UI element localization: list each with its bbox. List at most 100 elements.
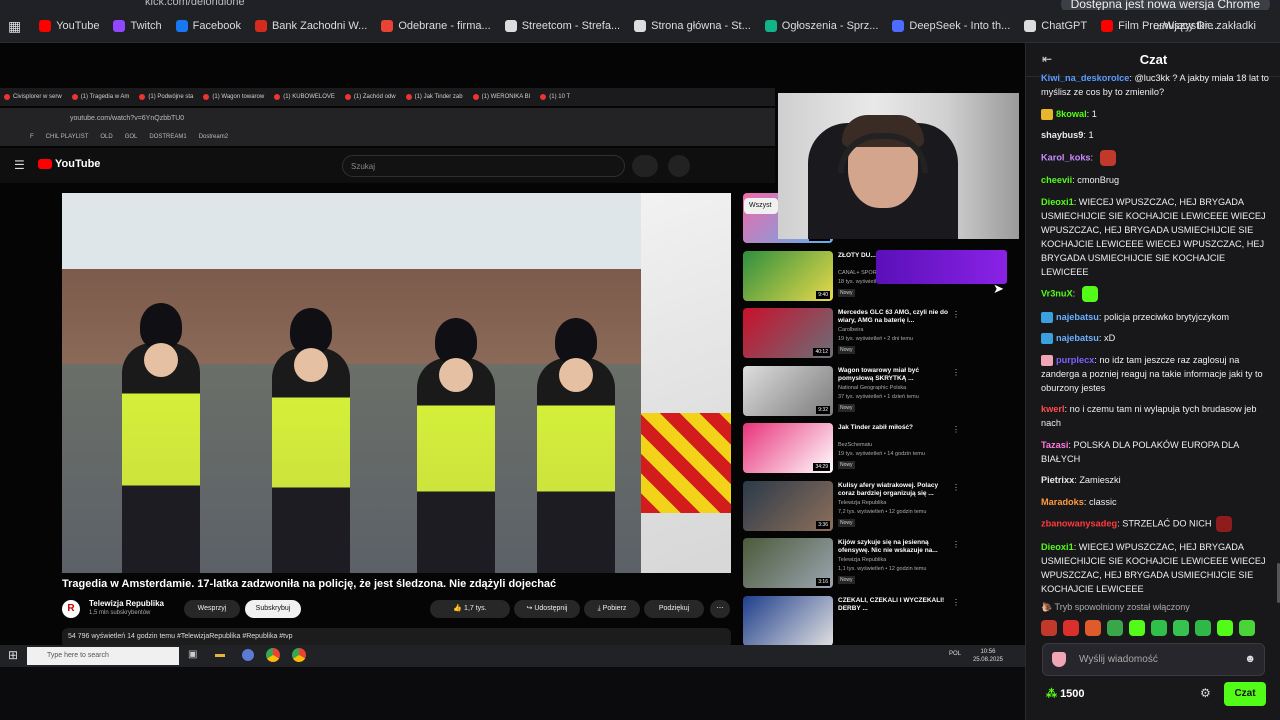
all-bookmarks[interactable]: ▭ Wszystkie zakładki	[1153, 20, 1256, 33]
download-button: ⤓ Pobierz	[584, 600, 640, 618]
channel-points[interactable]: ⁂ 1500	[1046, 687, 1085, 700]
clock-time: 10:56	[980, 649, 996, 655]
rec-title: Kulisy afery wiatrakowej. Polacy coraz b…	[838, 481, 939, 497]
chat-username[interactable]: purplecx	[1056, 355, 1094, 365]
chat-username[interactable]: Karol_koks	[1041, 152, 1091, 162]
stream-view: Civisplorer w serw (1) Tragedia w Am (1) P…	[0, 43, 1025, 645]
rec-new-badge: Nowy	[838, 403, 855, 412]
video-thumbnail: 9:32	[743, 365, 833, 416]
chat-username[interactable]: kwerl	[1041, 404, 1065, 414]
like-count: 1,7 tys.	[464, 605, 487, 612]
inner-tab: (1) 10 T	[540, 94, 570, 100]
stream-overlay-banner	[876, 250, 1007, 284]
chat-text: STRZELAĆ DO NICH	[1122, 518, 1212, 529]
address-bar-url[interactable]: kick.com/deloridione	[145, 0, 245, 8]
subscribe-button: Subskrybuj	[245, 600, 301, 618]
inner-tab-label: (1) Podwójne sta	[148, 94, 194, 100]
rec-new-badge: Nowy	[838, 518, 855, 527]
tab-favicon-icon	[139, 94, 146, 100]
bookmark-item[interactable]: Odebrane - firma...	[381, 20, 491, 32]
rec-title: Kijów szykuje się na jesienną ofensywę. …	[838, 539, 938, 554]
quick-emote-icon[interactable]	[1217, 620, 1233, 636]
user-badge-icon	[1041, 333, 1053, 345]
chat-username[interactable]: Dieoxi1	[1041, 197, 1074, 207]
bookmark-item[interactable]: Ogłoszenia - Sprz...	[764, 20, 878, 32]
chat-username[interactable]: shaybus9	[1041, 130, 1083, 140]
quick-emote-icon[interactable]	[1129, 620, 1145, 636]
chat-username[interactable]: Tazasi	[1041, 440, 1068, 450]
video-thumbnail: 40:12	[743, 308, 833, 358]
inner-tab: (1) Zachód odw	[344, 94, 396, 100]
chat-input[interactable]: Wyślij wiadomość ☻	[1042, 643, 1265, 676]
mouse-cursor-icon: ➤	[993, 281, 1004, 296]
browser-top-strip: kick.com/deloridione Dostępna jest nowa …	[0, 0, 1280, 14]
chat-username[interactable]: zbanowanysadeg	[1041, 518, 1117, 528]
menu-icon: ☰	[14, 158, 25, 172]
send-chat-button[interactable]: Czat	[1224, 682, 1266, 706]
chat-username[interactable]: Pietrixx	[1041, 475, 1074, 485]
tab-favicon-icon	[344, 94, 351, 100]
quick-emote-icon[interactable]	[1151, 620, 1167, 636]
emoji-icon[interactable]: ☻	[1244, 653, 1256, 665]
chat-username[interactable]: cheevii	[1041, 175, 1072, 185]
quick-emote-icon[interactable]	[1107, 620, 1123, 636]
youtube-header: ☰ YouTube Szukaj	[0, 148, 775, 183]
rec-channel: Carolbeira	[838, 327, 864, 333]
inner-browser-tabs: Civisplorer w serw (1) Tragedia w Am (1) P…	[0, 88, 775, 106]
search-icon	[632, 155, 658, 177]
bookmark-favicon-icon	[175, 20, 188, 32]
bookmark-item[interactable]: Bank Zachodni W...	[254, 20, 367, 32]
bookmark-item[interactable]: YouTube	[39, 20, 99, 32]
all-bookmarks-label: Wszystkie zakładki	[1163, 20, 1256, 32]
rec-channel: National Geographic Polska	[838, 384, 907, 391]
quick-emote-icon[interactable]	[1063, 620, 1079, 636]
apps-grid-icon[interactable]: ▦	[8, 18, 21, 35]
bookmark-label: Twitch	[130, 20, 162, 32]
chat-username[interactable]: 8kowal	[1056, 109, 1087, 119]
more-options-icon: ⋯	[710, 600, 730, 618]
chat-message: 8kowal: 1	[1041, 107, 1271, 121]
chat-message: purplecx: no idz tam jeszcze raz zaglosu…	[1041, 354, 1263, 393]
chat-username[interactable]: Maradoks	[1041, 497, 1084, 507]
chat-text: xD	[1104, 333, 1116, 343]
inner-bookmark: DOSTREAM1	[149, 134, 187, 140]
bookmark-item[interactable]: DeepSeek - Into th...	[892, 20, 1010, 32]
bookmark-favicon-icon	[1101, 20, 1114, 32]
tab-favicon-icon	[405, 94, 412, 100]
chat-username[interactable]: Dieoxi1	[1041, 542, 1074, 552]
quick-emote-icon[interactable]	[1239, 620, 1255, 636]
video-duration: 34:29	[813, 463, 830, 471]
quick-emote-icon[interactable]	[1195, 620, 1211, 636]
gear-icon[interactable]: ⚙	[1200, 686, 1211, 700]
quick-emote-icon[interactable]	[1085, 620, 1101, 636]
chrome-icon	[266, 648, 280, 662]
chat-message: kwerl: no i czemu tam ni wylapuja tych b…	[1041, 404, 1257, 428]
bookmark-item[interactable]: Facebook	[175, 20, 241, 32]
chat-text: classic	[1089, 496, 1117, 507]
recommended-video: CZEKALI, CZEKALI I WYCZEKALI! DERBY ... ⋮	[743, 595, 963, 645]
quick-emote-icon[interactable]	[1173, 620, 1189, 636]
bookmark-label: Strona główna - St...	[651, 20, 751, 32]
video-duration: 9:32	[816, 405, 830, 414]
chat-text: policja przeciwko brytyjczykom	[1104, 311, 1230, 322]
chat-username[interactable]: najebatsu	[1056, 312, 1099, 322]
video-duration: 3:16	[816, 578, 830, 586]
chat-username[interactable]: Kiwi_na_deskorolce	[1041, 73, 1129, 83]
recommended-video: 9:32 Wagon towarowy miał być pomysłową SK…	[743, 365, 963, 424]
taskbar-search: Type here to search	[27, 647, 179, 665]
bookmark-item[interactable]: Streetcom - Strefa...	[504, 20, 620, 32]
video-duration: 9:40	[816, 290, 830, 299]
support-button: Wesprzyj	[184, 600, 240, 618]
rec-views: 19 tys. wyświetleń • 14 godzin temu	[838, 451, 925, 457]
rec-views: 37 tys. wyświetleń • 1 dzień temu	[838, 393, 919, 400]
chat-username[interactable]: najebatsu	[1056, 333, 1099, 343]
bookmark-item[interactable]: ChatGPT	[1024, 20, 1087, 32]
inner-tab-label: (1) KUBOWELOVE	[283, 94, 335, 100]
bookmark-item[interactable]: Twitch	[113, 20, 162, 32]
inner-tab: (1) Wagon towarow	[203, 94, 264, 100]
more-options-icon: ⋮	[952, 597, 960, 607]
quick-emote-icon[interactable]	[1041, 620, 1057, 636]
rec-new-badge: Nowy	[838, 461, 855, 469]
chat-username[interactable]: Vr3nuX	[1041, 288, 1073, 298]
bookmark-item[interactable]: Strona główna - St...	[634, 20, 751, 32]
